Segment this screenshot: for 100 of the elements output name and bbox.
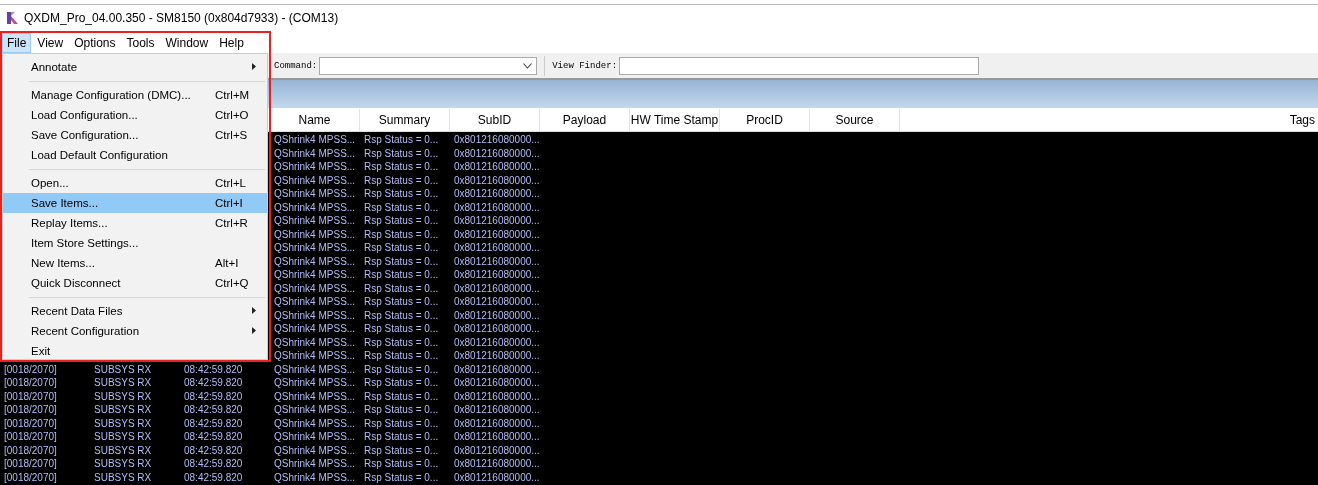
table-cell-text: QShrink4 MPSS... (273, 376, 357, 390)
table-cell-text: Rsp Status = 0... (363, 335, 440, 349)
table-cell-text: QShrink4 MPSS... (273, 133, 357, 147)
table-cell-text: SUBSYS RX (93, 457, 153, 471)
column-header[interactable]: Summary (360, 108, 450, 131)
table-cell-text: Rsp Status = 0... (363, 376, 440, 390)
column-header[interactable]: Payload (540, 108, 630, 131)
menu-entry[interactable]: Recent Data Files (3, 301, 267, 321)
chevron-down-icon (523, 62, 533, 69)
command-dropdown[interactable] (319, 56, 538, 75)
table-cell-text: Rsp Status = 0... (363, 268, 440, 282)
menu-entry[interactable]: Open... Ctrl+L (3, 173, 267, 193)
table-cell-text: QShrink4 MPSS... (273, 335, 357, 349)
table-cell-text: 0x801216080000... (453, 335, 540, 349)
table-cell-text: 0x801216080000... (453, 254, 540, 268)
table-cell-text: Rsp Status = 0... (363, 254, 440, 268)
table-cell-text: QShrink4 MPSS... (273, 295, 357, 309)
table-cell-text: SUBSYS RX (93, 443, 153, 457)
table-cell-text: 08:42:59.820 (183, 470, 244, 484)
table-cell-text: 08:42:59.820 (183, 362, 244, 376)
command-label: Command: (274, 60, 318, 71)
column-header[interactable]: HW Time Stamp (630, 108, 720, 131)
menu-item[interactable]: Tools (121, 33, 160, 53)
menu-entry[interactable]: New Items... Alt+I (3, 253, 267, 273)
menu-entry[interactable]: Item Store Settings... (3, 233, 267, 253)
table-cell-text: Rsp Status = 0... (363, 146, 440, 160)
table-cell-text: 0x801216080000... (453, 241, 540, 255)
column-header[interactable]: Source (810, 108, 900, 131)
table-cell-text: QShrink4 MPSS... (273, 308, 357, 322)
menu-entry[interactable]: Exit (3, 341, 267, 361)
table-cell-text: Rsp Status = 0... (363, 362, 440, 376)
table-cell-text: QShrink4 MPSS... (273, 160, 357, 174)
column-header[interactable]: Tags (900, 108, 1318, 131)
table-cell-text: [0018/2070] (3, 443, 58, 457)
table-cell-text: 0x801216080000... (453, 416, 540, 430)
table-cell-text: QShrink4 MPSS... (273, 200, 357, 214)
menu-entry[interactable]: Save Configuration... Ctrl+S (3, 125, 267, 145)
table-cell-text: Rsp Status = 0... (363, 308, 440, 322)
table-cell-text: Rsp Status = 0... (363, 349, 440, 363)
table-cell-text: QShrink4 MPSS... (273, 362, 357, 376)
table-cell-text: Rsp Status = 0... (363, 133, 440, 147)
menu-entry[interactable]: Replay Items... Ctrl+R (3, 213, 267, 233)
table-cell-text: QShrink4 MPSS... (273, 146, 357, 160)
menu-entry[interactable]: Load Configuration... Ctrl+O (3, 105, 267, 125)
view-finder-field[interactable] (619, 56, 980, 75)
table-cell-text: SUBSYS RX (93, 376, 153, 390)
menu-item[interactable]: View (32, 33, 69, 53)
table-cell-text: 08:42:59.820 (183, 457, 244, 471)
table-cell-text: SUBSYS RX (93, 362, 153, 376)
table-cell-text: QShrink4 MPSS... (273, 173, 357, 187)
table-cell-text: QShrink4 MPSS... (273, 268, 357, 282)
table-cell-text: 08:42:59.820 (183, 403, 244, 417)
table-cell-text: QShrink4 MPSS... (273, 241, 357, 255)
table-cell-text: [0018/2070] (3, 362, 58, 376)
table-cell-text: 0x801216080000... (453, 430, 540, 444)
table-cell-text: Rsp Status = 0... (363, 457, 440, 471)
view-finder-label: View Finder: (552, 60, 618, 71)
table-cell-text: 0x801216080000... (453, 349, 540, 363)
table-cell-text: Rsp Status = 0... (363, 281, 440, 295)
menu-entry[interactable]: Save Items... Ctrl+I (3, 193, 267, 213)
menu-item[interactable]: Window (160, 33, 214, 53)
table-cell-text: 0x801216080000... (453, 403, 540, 417)
table-cell-text: 0x801216080000... (453, 295, 540, 309)
menu-entry[interactable]: Quick Disconnect Ctrl+Q (3, 273, 267, 293)
table-cell-text: Rsp Status = 0... (363, 214, 440, 228)
table-cell-text: Rsp Status = 0... (363, 416, 440, 430)
table-cell-text: SUBSYS RX (93, 389, 153, 403)
menu-item[interactable]: Options (69, 33, 121, 53)
table-cell-text: QShrink4 MPSS... (273, 227, 357, 241)
app-icon (5, 11, 19, 25)
table-cell-text: 08:42:59.820 (183, 389, 244, 403)
table-cell-text: 0x801216080000... (453, 214, 540, 228)
table-cell-text: 0x801216080000... (453, 389, 540, 403)
table-cell-text: QShrink4 MPSS... (273, 443, 357, 457)
table-cell-text: [0018/2070] (3, 376, 58, 390)
table-cell-text: 0x801216080000... (453, 160, 540, 174)
table-cell-text: 0x801216080000... (453, 133, 540, 147)
table-cell-text: 0x801216080000... (453, 200, 540, 214)
table-cell-text: [0018/2070] (3, 457, 58, 471)
table-cell-text: 0x801216080000... (453, 443, 540, 457)
table-cell-text: 08:42:59.820 (183, 376, 244, 390)
table-cell-text: QShrink4 MPSS... (273, 254, 357, 268)
table-cell-text: Rsp Status = 0... (363, 389, 440, 403)
column-header[interactable]: SubID (450, 108, 540, 131)
table-cell-text: Rsp Status = 0... (363, 322, 440, 336)
table-cell-text: Rsp Status = 0... (363, 443, 440, 457)
table-cell-text: 08:42:59.820 (183, 430, 244, 444)
table-cell-text: Rsp Status = 0... (363, 403, 440, 417)
menu-item[interactable]: File (2, 33, 32, 53)
menu-entry[interactable]: Load Default Configuration (3, 145, 267, 165)
table-cell-text: 0x801216080000... (453, 146, 540, 160)
menu-entry[interactable]: Manage Configuration (DMC)... Ctrl+M (3, 85, 267, 105)
column-header[interactable]: ProcID (720, 108, 810, 131)
table-cell-text: 08:42:59.820 (183, 416, 244, 430)
table-cell-text: QShrink4 MPSS... (273, 187, 357, 201)
menu-item[interactable]: Help (214, 33, 249, 53)
table-cell-text: 0x801216080000... (453, 376, 540, 390)
menu-entry[interactable]: Recent Configuration (3, 321, 267, 341)
table-cell-text: Rsp Status = 0... (363, 295, 440, 309)
menu-entry[interactable]: Annotate (3, 57, 267, 77)
